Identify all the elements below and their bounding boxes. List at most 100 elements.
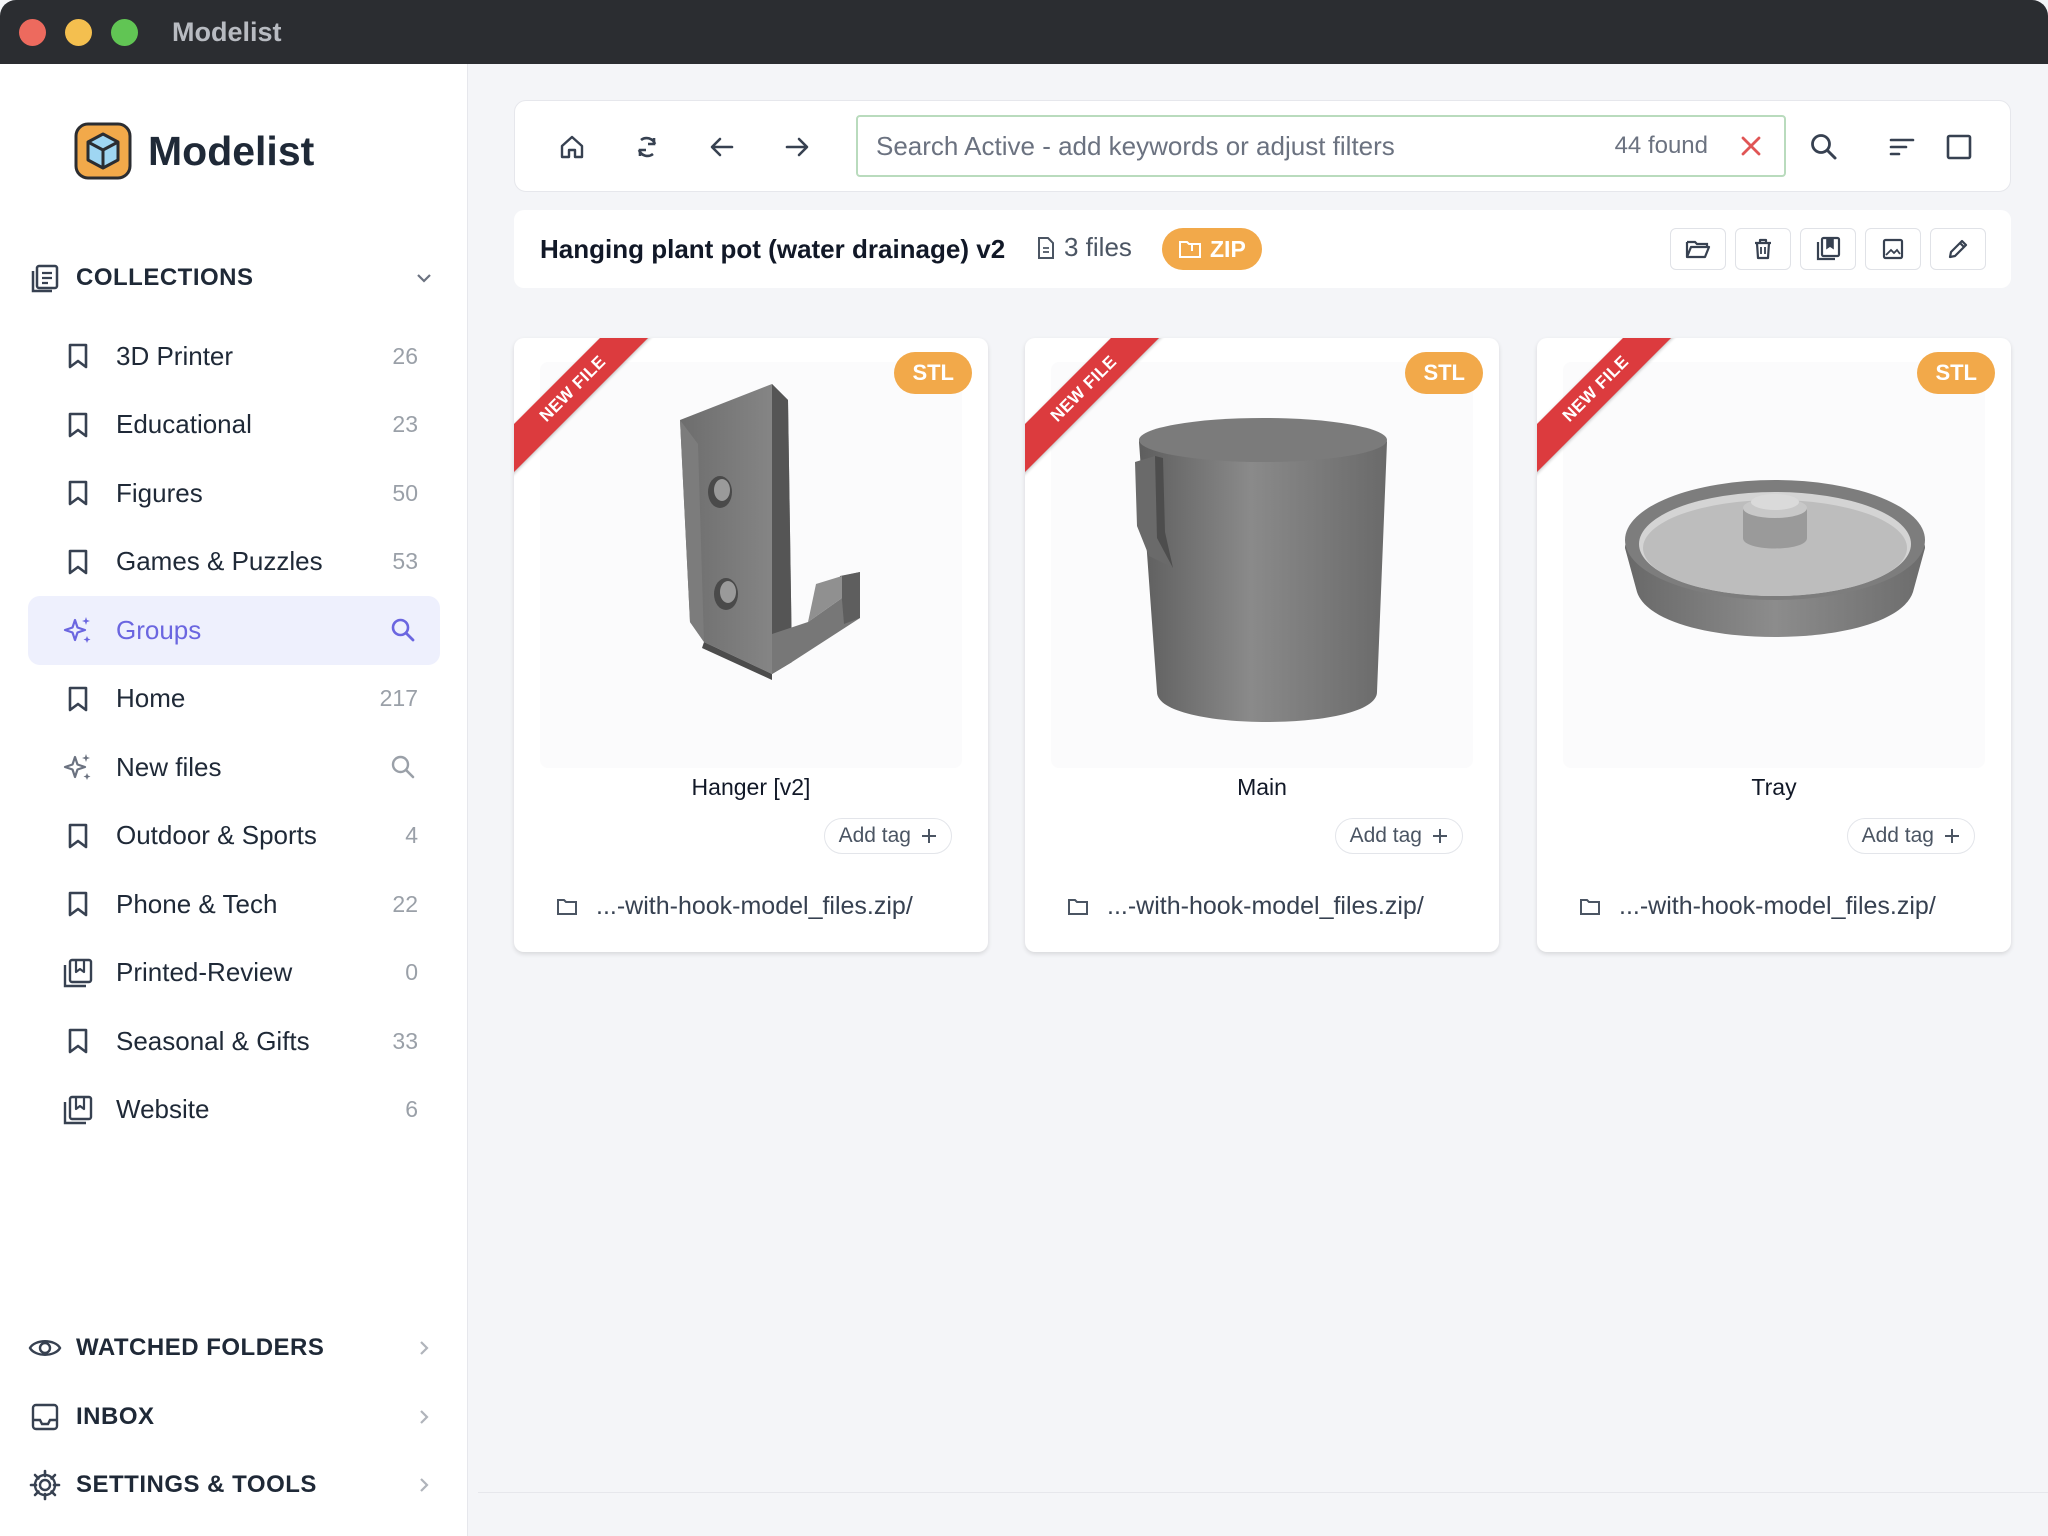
back-button[interactable]: [699, 124, 745, 170]
chevron-right-icon[interactable]: [410, 1334, 438, 1362]
sidebar-item-count: 23: [392, 411, 418, 438]
view-toggle-button[interactable]: [1936, 124, 1982, 170]
sidebar-item-phone-tech[interactable]: Phone & Tech 22: [28, 870, 440, 939]
model-preview[interactable]: [540, 362, 962, 768]
add-tag-button[interactable]: Add tag: [1334, 818, 1463, 854]
refresh-icon: [637, 136, 657, 158]
pot-model-image: [1135, 418, 1387, 722]
brand[interactable]: Modelist: [74, 122, 314, 180]
sidebar-item-label: Groups: [116, 614, 202, 645]
bookmark-icon: [62, 683, 94, 715]
sparkle-icon: [62, 614, 94, 646]
sidebar-item-label: Home: [116, 683, 186, 714]
sidebar-item-figures[interactable]: Figures 50: [28, 459, 440, 528]
search-input[interactable]: [876, 130, 1615, 162]
sidebar-item-label: New files: [116, 751, 222, 782]
sidebar-item-label: Printed-Review: [116, 957, 293, 988]
square-icon: [1946, 134, 1972, 160]
open-folder-button[interactable]: [1670, 228, 1726, 270]
sidebar-item-groups[interactable]: Groups: [28, 596, 440, 665]
file-path[interactable]: ...-with-hook-model_files.zip/: [1067, 892, 1424, 921]
sidebar-item-label: Phone & Tech: [116, 888, 278, 919]
sidebar-item-label: Seasonal & Gifts: [116, 1025, 310, 1056]
model-preview[interactable]: [1563, 362, 1985, 768]
sort-button[interactable]: [1879, 124, 1925, 170]
sidebar-item-label: Educational: [116, 409, 252, 440]
bookmark-icon: [62, 1025, 94, 1057]
chevron-right-icon[interactable]: [410, 1471, 438, 1499]
plus-icon: [1945, 829, 1959, 843]
folder-icon: [557, 898, 577, 915]
watched-folders-header[interactable]: WATCHED FOLDERS: [28, 1328, 438, 1368]
arrow-left-icon: [710, 137, 734, 157]
inbox-header[interactable]: INBOX: [28, 1397, 438, 1437]
model-card[interactable]: NEW FILE STL Hanger [v2] Add tag ...-wit…: [514, 338, 988, 952]
inbox-label: INBOX: [76, 1403, 155, 1430]
clear-search-icon[interactable]: [1736, 131, 1766, 161]
format-badge: STL: [894, 352, 972, 394]
bookmark-icon: [62, 409, 94, 441]
sidebar-item-count: 33: [392, 1027, 418, 1054]
add-to-collection-button[interactable]: [1800, 228, 1856, 270]
bookmark-icon: [62, 888, 94, 920]
trash-icon: [1755, 238, 1771, 260]
search-icon[interactable]: [388, 752, 418, 782]
model-preview[interactable]: [1051, 362, 1473, 768]
settings-tools-header[interactable]: SETTINGS & TOOLS: [28, 1465, 438, 1505]
stack-bookmark-icon: [62, 1094, 94, 1126]
refresh-button[interactable]: [624, 124, 670, 170]
add-tag-button[interactable]: Add tag: [1846, 818, 1975, 854]
file-path-label: ...-with-hook-model_files.zip/: [596, 892, 913, 920]
sidebar-item-games-puzzles[interactable]: Games & Puzzles 53: [28, 528, 440, 597]
zip-badge[interactable]: ZIP: [1162, 228, 1262, 270]
tray-model-image: [1625, 480, 1925, 637]
collections-header[interactable]: COLLECTIONS: [28, 258, 438, 298]
eye-icon: [28, 1331, 62, 1365]
group-header: Hanging plant pot (water drainage) v2 3 …: [514, 210, 2011, 288]
close-window-button[interactable]: [19, 18, 46, 46]
folder-icon: [1068, 898, 1088, 915]
sidebar-item-educational[interactable]: Educational 23: [28, 391, 440, 460]
search-icon[interactable]: [388, 615, 418, 645]
sidebar-item-count: 6: [405, 1096, 418, 1123]
search-button[interactable]: [1801, 124, 1847, 170]
add-tag-label: Add tag: [1349, 824, 1422, 847]
sidebar-item-website[interactable]: Website 6: [28, 1076, 440, 1145]
file-path[interactable]: ...-with-hook-model_files.zip/: [556, 892, 913, 921]
set-image-button[interactable]: [1865, 228, 1921, 270]
sidebar-item-3d-printer[interactable]: 3D Printer 26: [28, 322, 440, 391]
zoom-window-button[interactable]: [111, 18, 138, 46]
image-icon: [1882, 238, 1904, 260]
bookmark-icon: [62, 820, 94, 852]
sidebar-item-new-files[interactable]: New files: [28, 733, 440, 802]
status-divider: [478, 1492, 2048, 1493]
sidebar-item-count: 50: [392, 479, 418, 506]
search-field[interactable]: 44 found: [856, 115, 1786, 177]
chevron-down-icon[interactable]: [410, 264, 438, 292]
sidebar-item-home[interactable]: Home 217: [28, 665, 440, 734]
minimize-window-button[interactable]: [65, 18, 92, 46]
delete-button[interactable]: [1735, 228, 1791, 270]
add-tag-button[interactable]: Add tag: [823, 818, 952, 854]
hanger-model-image: [680, 384, 860, 680]
sidebar-item-seasonal-gifts[interactable]: Seasonal & Gifts 33: [28, 1007, 440, 1076]
sidebar-item-outdoor-sports[interactable]: Outdoor & Sports 4: [28, 802, 440, 871]
chevron-right-icon[interactable]: [410, 1403, 438, 1431]
pencil-icon: [1948, 239, 1968, 259]
model-name: Hanger [v2]: [691, 774, 811, 800]
bookmark-icon: [62, 477, 94, 509]
home-button[interactable]: [549, 124, 595, 170]
folder-zip-icon: [1179, 241, 1201, 258]
file-path[interactable]: ...-with-hook-model_files.zip/: [1579, 892, 1936, 921]
model-card[interactable]: NEW FILE STL Main Add tag ...-with-hook-…: [1025, 338, 1499, 952]
model-card[interactable]: NEW FILE STL Tray Add tag ...-with-hook-…: [1537, 338, 2011, 952]
folder-open-icon: [1685, 240, 1711, 259]
forward-button[interactable]: [774, 124, 820, 170]
collections-label: COLLECTIONS: [76, 264, 254, 291]
collections-list: 3D Printer 26 Educational 23 Figures 50 …: [28, 322, 440, 1144]
sidebar-item-count: 0: [405, 959, 418, 986]
group-title: Hanging plant pot (water drainage) v2: [540, 234, 1006, 264]
sidebar-item-printed-review[interactable]: Printed-Review 0: [28, 939, 440, 1008]
search-icon: [1811, 134, 1837, 160]
edit-button[interactable]: [1930, 228, 1986, 270]
